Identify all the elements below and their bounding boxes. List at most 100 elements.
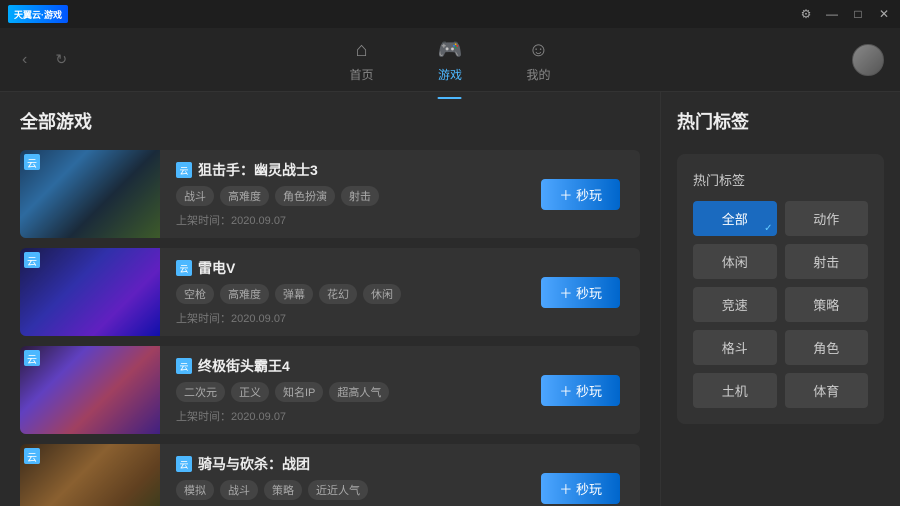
game-thumbnail: 云 <box>20 444 160 506</box>
checkmark-icon: ✓ <box>764 223 772 234</box>
settings-button[interactable]: ⚙ <box>798 6 814 22</box>
hot-tag-button[interactable]: 竞速 <box>693 287 777 322</box>
game-tag[interactable]: 近近人气 <box>308 480 368 500</box>
title-bar-controls: ⚙ — □ ✕ <box>798 6 892 22</box>
play-button[interactable]: ＋ 秒玩 <box>541 179 620 210</box>
game-icon-overlay: 云 <box>24 350 40 366</box>
game-list-title: 全部游戏 <box>20 108 640 134</box>
hot-tag-button[interactable]: 全部✓ <box>693 201 777 236</box>
game-item: 云 云 骑马与砍杀：战团 模拟战斗策略近近人气 上架时间：2020.09.07 … <box>20 444 640 506</box>
hot-tag-button[interactable]: 土机 <box>693 373 777 408</box>
game-title: 雷电V <box>198 258 235 278</box>
game-action: ＋ 秒玩 <box>521 277 640 308</box>
game-badge: 云 <box>176 260 192 276</box>
back-button[interactable]: ‹ <box>16 47 33 73</box>
play-button[interactable]: ＋ 秒玩 <box>541 473 620 504</box>
game-tag[interactable]: 策略 <box>264 480 302 500</box>
home-label: 首页 <box>350 66 374 83</box>
game-date: 上架时间：2020.09.07 <box>176 310 505 326</box>
title-bar-left: 天翼云·游戏 <box>8 5 68 23</box>
game-tag[interactable]: 超高人气 <box>329 382 389 402</box>
game-tags: 战斗高难度角色扮演射击 <box>176 186 505 206</box>
game-tag[interactable]: 高难度 <box>220 284 269 304</box>
game-tag[interactable]: 高难度 <box>220 186 269 206</box>
game-tag[interactable]: 休闲 <box>363 284 401 304</box>
game-title: 骑马与砍杀：战团 <box>198 454 310 474</box>
play-button[interactable]: ＋ 秒玩 <box>541 277 620 308</box>
tags-grid: 全部✓动作体闲射击竞速策略格斗角色土机体育 <box>693 201 868 408</box>
game-tag[interactable]: 知名IP <box>275 382 323 402</box>
game-tag[interactable]: 正义 <box>231 382 269 402</box>
hot-tag-button[interactable]: 射击 <box>785 244 869 279</box>
game-item: 云 云 狙击手：幽灵战士3 战斗高难度角色扮演射击 上架时间：2020.09.0… <box>20 150 640 238</box>
nav-left: ‹ ↻ <box>16 47 73 73</box>
game-tag[interactable]: 弹幕 <box>275 284 313 304</box>
maximize-button[interactable]: □ <box>850 6 866 22</box>
game-tag[interactable]: 战斗 <box>176 186 214 206</box>
game-title-row: 云 骑马与砍杀：战团 <box>176 454 505 474</box>
game-title: 狙击手：幽灵战士3 <box>198 160 318 180</box>
nav-item-gaming[interactable]: 🎮 游戏 <box>426 29 475 91</box>
game-info: 云 骑马与砍杀：战团 模拟战斗策略近近人气 上架时间：2020.09.07 <box>160 444 521 506</box>
game-thumbnail: 云 <box>20 150 160 238</box>
game-thumbnail: 云 <box>20 346 160 434</box>
game-thumbnail: 云 <box>20 248 160 336</box>
game-tag[interactable]: 花幻 <box>319 284 357 304</box>
game-icon-overlay: 云 <box>24 154 40 170</box>
game-list-container: 云 云 狙击手：幽灵战士3 战斗高难度角色扮演射击 上架时间：2020.09.0… <box>20 150 640 506</box>
game-tag[interactable]: 模拟 <box>176 480 214 500</box>
main-content: 全部游戏 云 云 狙击手：幽灵战士3 战斗高难度角色扮演射击 上架时间：2020… <box>0 92 900 506</box>
game-badge: 云 <box>176 162 192 178</box>
game-info: 云 终极街头霸王4 二次元正义知名IP 超高人气 上架时间：2020.09.07 <box>160 346 521 434</box>
game-tag[interactable]: 二次元 <box>176 382 225 402</box>
game-list-panel: 全部游戏 云 云 狙击手：幽灵战士3 战斗高难度角色扮演射击 上架时间：2020… <box>0 92 660 506</box>
game-tag[interactable]: 战斗 <box>220 480 258 500</box>
hot-tag-button[interactable]: 策略 <box>785 287 869 322</box>
game-date: 上架时间：2020.09.07 <box>176 408 505 424</box>
hot-tag-button[interactable]: 体闲 <box>693 244 777 279</box>
game-tags: 空枪高难度弹幕花幻休闲 <box>176 284 505 304</box>
game-tag[interactable]: 角色扮演 <box>275 186 335 206</box>
refresh-button[interactable]: ↻ <box>49 47 73 72</box>
app-logo: 天翼云·游戏 <box>8 5 68 23</box>
nav-right <box>852 44 884 76</box>
minimize-button[interactable]: — <box>824 6 840 22</box>
game-badge: 云 <box>176 358 192 374</box>
nav-bar: ‹ ↻ ⌂ 首页 🎮 游戏 ☺ 我的 <box>0 28 900 92</box>
close-button[interactable]: ✕ <box>876 6 892 22</box>
nav-item-profile[interactable]: ☺ 我的 <box>514 31 562 91</box>
game-title-row: 云 雷电V <box>176 258 505 278</box>
play-button[interactable]: ＋ 秒玩 <box>541 375 620 406</box>
title-bar: 天翼云·游戏 ⚙ — □ ✕ <box>0 0 900 28</box>
game-action: ＋ 秒玩 <box>521 473 640 504</box>
game-action: ＋ 秒玩 <box>521 179 640 210</box>
profile-icon: ☺ <box>528 39 548 62</box>
game-icon-overlay: 云 <box>24 252 40 268</box>
hot-tags-section-title: 热门标签 <box>677 108 884 134</box>
game-date: 上架时间：2020.09.07 <box>176 212 505 228</box>
game-title: 终极街头霸王4 <box>198 356 290 376</box>
hot-tag-button[interactable]: 格斗 <box>693 330 777 365</box>
home-icon: ⌂ <box>355 39 367 62</box>
game-item: 云 云 雷电V 空枪高难度弹幕花幻休闲 上架时间：2020.09.07 ＋ 秒玩 <box>20 248 640 336</box>
game-tags: 二次元正义知名IP 超高人气 <box>176 382 505 402</box>
game-tag[interactable]: 射击 <box>341 186 379 206</box>
game-item: 云 云 终极街头霸王4 二次元正义知名IP 超高人气 上架时间：2020.09.0… <box>20 346 640 434</box>
hot-tags-box: 热门标签 全部✓动作体闲射击竞速策略格斗角色土机体育 <box>677 154 884 424</box>
nav-item-home[interactable]: ⌂ 首页 <box>338 31 386 91</box>
game-title-row: 云 狙击手：幽灵战士3 <box>176 160 505 180</box>
game-tags: 模拟战斗策略近近人气 <box>176 480 505 500</box>
hot-tags-panel: 热门标签 热门标签 全部✓动作体闲射击竞速策略格斗角色土机体育 <box>660 92 900 506</box>
hot-tags-box-title: 热门标签 <box>693 170 868 189</box>
game-title-row: 云 终极街头霸王4 <box>176 356 505 376</box>
gaming-label: 游戏 <box>438 66 462 83</box>
game-badge: 云 <box>176 456 192 472</box>
hot-tag-button[interactable]: 体育 <box>785 373 869 408</box>
game-action: ＋ 秒玩 <box>521 375 640 406</box>
hot-tag-button[interactable]: 角色 <box>785 330 869 365</box>
user-avatar[interactable] <box>852 44 884 76</box>
game-tag[interactable]: 空枪 <box>176 284 214 304</box>
hot-tag-button[interactable]: 动作 <box>785 201 869 236</box>
game-info: 云 狙击手：幽灵战士3 战斗高难度角色扮演射击 上架时间：2020.09.07 <box>160 150 521 238</box>
game-info: 云 雷电V 空枪高难度弹幕花幻休闲 上架时间：2020.09.07 <box>160 248 521 336</box>
